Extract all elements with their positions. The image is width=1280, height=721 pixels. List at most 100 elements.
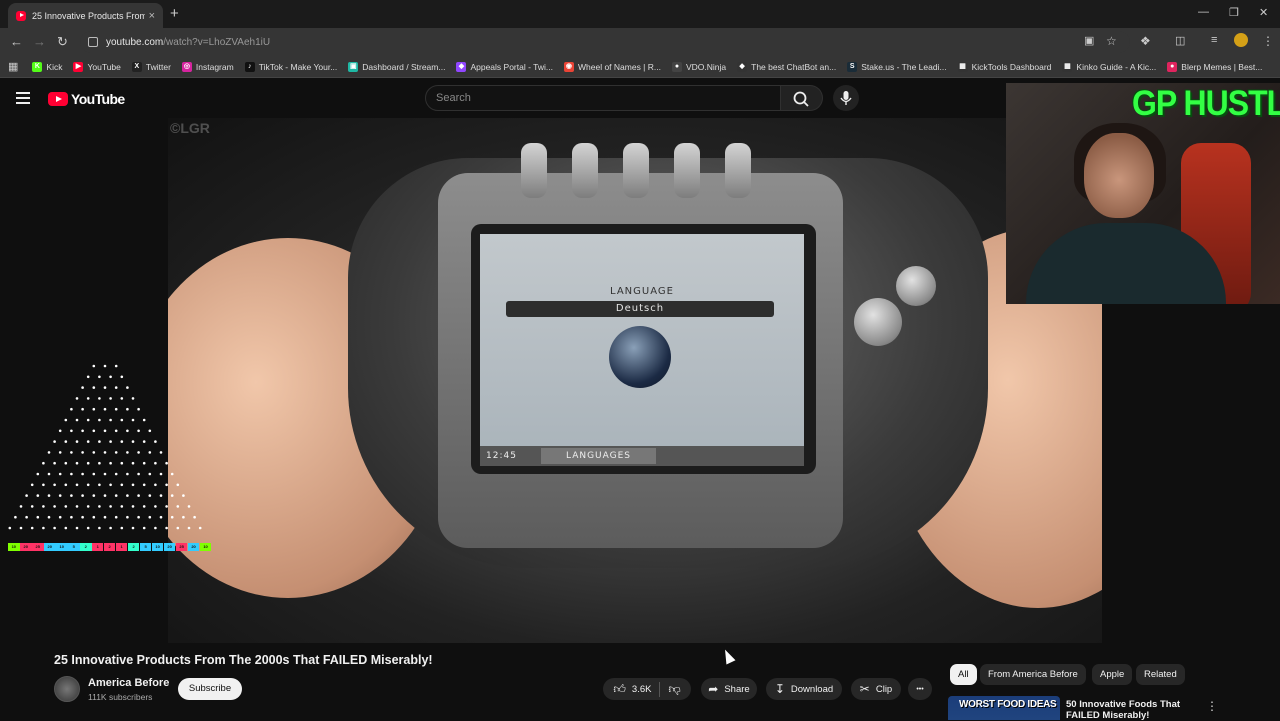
bookmark-item[interactable]: K Kick <box>32 61 62 72</box>
bookmark-label: VDO.Ninja <box>685 61 727 72</box>
plinko-peg <box>109 397 112 400</box>
bookmark-item[interactable]: ● Blerp Memes | Best... <box>1167 61 1262 72</box>
chip-related[interactable]: Related <box>1136 664 1185 685</box>
bookmark-favicon-icon: ▦ <box>957 61 968 72</box>
subscribe-button[interactable]: Subscribe <box>178 678 242 700</box>
plinko-peg <box>92 429 96 433</box>
extensions-icon[interactable]: ❖ <box>1140 34 1151 48</box>
bookmark-item[interactable]: ◎ Instagram <box>181 61 234 72</box>
hamburger-menu-icon[interactable] <box>16 92 30 104</box>
bookmark-favicon-icon: ● <box>671 61 682 72</box>
channel-name[interactable]: America Before <box>88 677 169 689</box>
bookmark-item[interactable]: X Twitter <box>131 61 171 72</box>
bookmark-item[interactable]: ♪ TikTok - Make Your... <box>244 61 337 72</box>
plinko-peg <box>58 494 62 497</box>
youtube-logo[interactable]: YouTube <box>48 91 125 107</box>
chip-apple[interactable]: Apple <box>1092 664 1133 685</box>
share-button[interactable]: ➦ Share <box>701 678 757 700</box>
bookmark-label: YouTube <box>87 61 121 72</box>
plinko-peg <box>64 440 68 443</box>
plinko-peg <box>109 440 112 443</box>
plinko-peg <box>126 386 129 389</box>
plinko-peg <box>198 526 202 530</box>
video-player[interactable]: ©LGR LANGUAGE Deutsch 12:45 LANGUAGES <box>168 118 1102 643</box>
plinko-peg <box>86 397 90 400</box>
cast-icon[interactable]: ▣ <box>1084 34 1094 47</box>
window-close-icon[interactable]: ✕ <box>1259 6 1268 19</box>
forward-icon[interactable]: → <box>33 34 46 49</box>
clip-button[interactable]: ✂ Clip <box>851 678 901 700</box>
device-home-key <box>521 143 547 198</box>
plinko-slot: 2 <box>79 543 92 551</box>
channel-avatar[interactable] <box>54 676 80 702</box>
bookmark-item[interactable]: ▶ YouTube <box>73 61 121 72</box>
like-button[interactable]: 👍︎ 3.6K <box>613 681 661 697</box>
more-actions-button[interactable]: ••• <box>908 678 932 700</box>
bookmark-item[interactable]: ● VDO.Ninja <box>671 61 727 72</box>
plinko-peg <box>148 429 152 433</box>
recommended-more-icon[interactable]: ⋮ <box>1206 699 1218 713</box>
plinko-peg <box>126 429 129 433</box>
bookmark-favicon-icon: ▣ <box>348 61 359 72</box>
recommended-video-thumbnail[interactable]: WORST FOOD IDEAS <box>948 696 1060 720</box>
search-button[interactable] <box>781 85 823 111</box>
plinko-peg <box>109 375 112 379</box>
plinko-peg <box>137 451 140 454</box>
bookmark-item[interactable]: ▦ KickTools Dashboard <box>957 61 1051 72</box>
profile-avatar[interactable] <box>1234 33 1248 47</box>
back-icon[interactable]: ← <box>10 34 23 49</box>
dislike-button[interactable]: 👎︎ <box>668 682 680 697</box>
new-tab-button[interactable]: + <box>170 5 179 22</box>
plinko-peg <box>159 451 163 454</box>
plinko-peg <box>109 461 112 465</box>
address-bar[interactable]: youtube.com/watch?v=LhoZVAeh1iU <box>80 31 1130 53</box>
share-icon: ➦ <box>708 682 719 696</box>
media-icon[interactable]: ≡ <box>1211 34 1217 46</box>
recommended-video-title[interactable]: 50 Innovative Foods That FAILED Miserabl… <box>1066 699 1186 721</box>
microphone-icon <box>840 91 852 105</box>
browser-tab[interactable]: 25 Innovative Products From Th × <box>8 3 163 28</box>
bookmark-item[interactable]: S Stake.us - The Leadi... <box>847 61 947 72</box>
plinko-peg <box>120 397 124 400</box>
plinko-peg <box>165 526 168 530</box>
apps-grid-icon[interactable]: ▦ <box>8 60 18 73</box>
bookmark-item[interactable]: ▦ Kinko Guide - A Kic... <box>1062 61 1156 72</box>
bookmark-item[interactable]: ▣ Dashboard / Stream... <box>348 61 445 72</box>
browser-menu-icon[interactable]: ⋮ <box>1262 34 1274 48</box>
bookmark-item[interactable]: ◆ Appeals Portal - Twi... <box>456 61 553 72</box>
lcd-footer: 12:45 LANGUAGES <box>480 446 804 466</box>
plinko-peg <box>109 505 112 508</box>
share-label: Share <box>724 683 750 695</box>
sidepanel-icon[interactable]: ◫ <box>1175 34 1185 47</box>
bookmark-favicon-icon: ● <box>1167 61 1178 72</box>
plinko-peg <box>109 526 112 530</box>
plinko-peg <box>92 364 96 368</box>
tab-close-icon[interactable]: × <box>149 10 155 22</box>
plinko-peg <box>131 505 135 508</box>
bookmark-label: The best ChatBot an... <box>751 61 837 72</box>
plinko-peg <box>126 515 129 519</box>
search-input[interactable]: Search <box>425 85 781 111</box>
plinko-peg <box>8 526 12 530</box>
plinko-peg <box>154 440 157 443</box>
webcam-overlay: GP HUSTLA <box>1006 83 1280 304</box>
reload-icon[interactable]: ↻ <box>57 34 68 50</box>
bookmark-favicon-icon: ▶ <box>73 61 84 72</box>
bookmark-item[interactable]: ◉ Wheel of Names | R... <box>563 61 661 72</box>
download-button[interactable]: ↧ Download <box>766 678 842 700</box>
plinko-slot: 25 <box>175 543 188 551</box>
site-info-icon[interactable] <box>88 37 98 47</box>
plinko-peg <box>81 515 84 519</box>
chip-from-channel[interactable]: From America Before <box>980 664 1086 685</box>
plinko-peg <box>75 440 79 443</box>
plinko-peg <box>53 505 56 508</box>
restore-icon[interactable]: ❐ <box>1229 6 1239 19</box>
plinko-peg <box>103 429 107 433</box>
chip-all[interactable]: All <box>950 664 977 685</box>
plinko-peg <box>142 440 146 443</box>
bookmark-item[interactable]: ◆ The best ChatBot an... <box>737 61 837 72</box>
voice-search-button[interactable] <box>833 85 859 111</box>
bookmark-favicon-icon: ♪ <box>244 61 255 72</box>
minimize-icon[interactable]: — <box>1198 6 1209 18</box>
bookmark-star-icon[interactable]: ☆ <box>1106 34 1117 48</box>
